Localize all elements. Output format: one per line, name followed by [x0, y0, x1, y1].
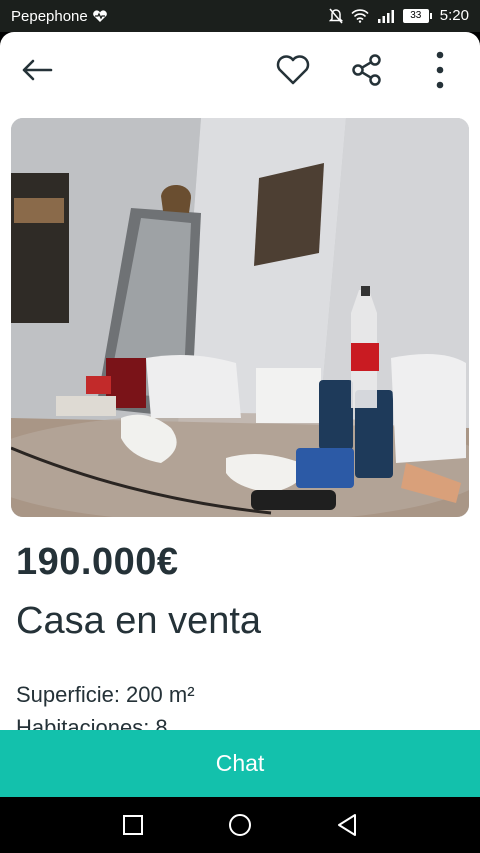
listing-price: 190.000€ — [16, 541, 179, 583]
listing-title: Casa en venta — [16, 600, 262, 642]
battery-level: 33 — [402, 8, 429, 23]
home-icon — [229, 814, 251, 836]
status-icons: 33 5:20 — [328, 7, 469, 24]
heart-icon — [276, 55, 310, 85]
carrier-name: Pepephone — [11, 8, 88, 25]
system-nav-bar — [0, 797, 480, 853]
wifi-icon — [351, 8, 369, 23]
more-vert-icon — [436, 51, 444, 89]
feature-surface: Superficie: 200 m² — [16, 682, 195, 707]
signal-icon — [377, 9, 394, 23]
status-bar: Pepephone 33 5:20 — [0, 0, 480, 32]
favorite-button[interactable] — [271, 50, 315, 90]
battery-icon: 33 — [402, 8, 432, 23]
back-button[interactable] — [15, 50, 59, 90]
mute-icon — [328, 8, 343, 23]
share-icon — [352, 54, 381, 86]
chat-button-label: Chat — [215, 750, 265, 776]
share-button[interactable] — [345, 50, 389, 90]
heart-monitor-icon — [92, 10, 107, 22]
top-toolbar — [0, 32, 480, 108]
listing-photo[interactable] — [11, 118, 469, 517]
chat-button[interactable]: Chat — [0, 730, 480, 797]
recent-apps-icon — [123, 815, 143, 835]
clock: 5:20 — [439, 7, 469, 24]
back-icon — [338, 814, 356, 836]
back-arrow-icon — [22, 59, 53, 81]
home-button[interactable] — [220, 809, 260, 841]
more-options-button[interactable] — [418, 50, 462, 90]
listing-sheet: 190.000€ Casa en venta Superficie: 200 m… — [0, 32, 480, 797]
back-nav-button[interactable] — [327, 809, 367, 841]
photo-image — [11, 118, 469, 517]
carrier-area: Pepephone — [11, 8, 108, 25]
recent-apps-button[interactable] — [113, 809, 153, 841]
